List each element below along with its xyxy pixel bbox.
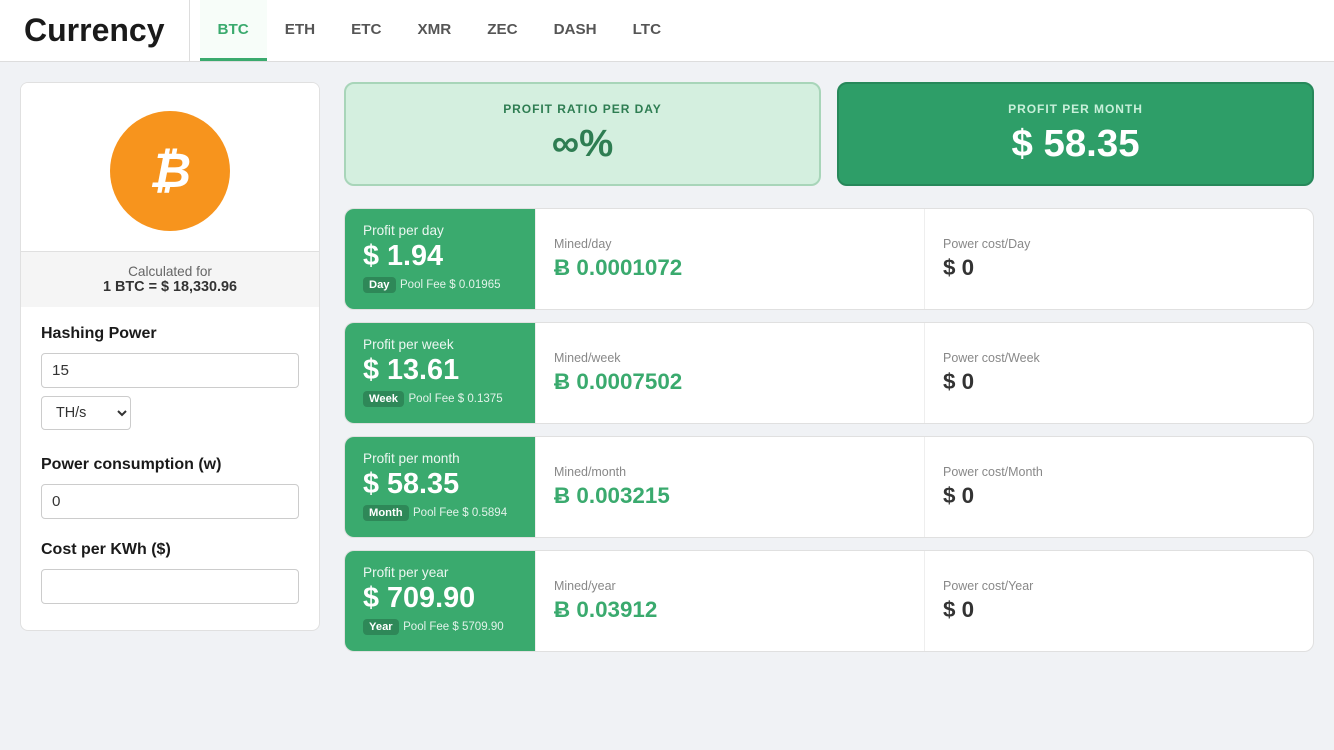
data-row-week: Profit per week $ 13.61 Week Pool Fee $ …: [344, 322, 1314, 424]
row-left-day: Profit per day $ 1.94 Day Pool Fee $ 0.0…: [345, 209, 535, 309]
row-cells: Mined/week Ƀ 0.0007502 Power cost/Week $…: [535, 323, 1313, 423]
row-title: Profit per day: [363, 223, 517, 238]
mined-label: Mined/day: [554, 237, 906, 251]
row-left-year: Profit per year $ 709.90 Year Pool Fee $…: [345, 551, 535, 651]
tab-zec[interactable]: ZEC: [469, 0, 535, 61]
tab-xmr[interactable]: XMR: [399, 0, 469, 61]
power-consumption-input[interactable]: [41, 484, 299, 519]
power-label: Power cost/Year: [943, 579, 1295, 593]
summary-cards: PROFIT RATIO PER DAY ∞% PROFIT PER MONTH…: [344, 82, 1314, 186]
coin-logo-area: ₿: [21, 83, 319, 251]
data-row-month: Profit per month $ 58.35 Month Pool Fee …: [344, 436, 1314, 538]
form-area: Hashing Power TH/s GH/s MH/s Power consu…: [21, 307, 319, 630]
mined-cell: Mined/day Ƀ 0.0001072: [535, 209, 924, 309]
row-main-value: $ 13.61: [363, 354, 517, 387]
tab-eth[interactable]: ETH: [267, 0, 333, 61]
main-content: ₿ Calculated for 1 BTC = $ 18,330.96 Has…: [0, 62, 1334, 684]
profit-ratio-card: PROFIT RATIO PER DAY ∞%: [344, 82, 821, 186]
cost-per-kwh-label: Cost per KWh ($): [41, 541, 299, 559]
calc-info: Calculated for 1 BTC = $ 18,330.96: [21, 251, 319, 307]
power-value: $ 0: [943, 597, 1295, 623]
power-value: $ 0: [943, 255, 1295, 281]
power-cell: Power cost/Week $ 0: [924, 323, 1313, 423]
tab-etc[interactable]: ETC: [333, 0, 399, 61]
hashing-power-input[interactable]: [41, 353, 299, 388]
row-title: Profit per week: [363, 337, 517, 352]
month-label: PROFIT PER MONTH: [861, 102, 1290, 116]
power-cell: Power cost/Day $ 0: [924, 209, 1313, 309]
mined-value: Ƀ 0.0007502: [554, 369, 906, 395]
data-row-year: Profit per year $ 709.90 Year Pool Fee $…: [344, 550, 1314, 652]
power-label: Power cost/Month: [943, 465, 1295, 479]
row-title: Profit per month: [363, 451, 517, 466]
row-badge: Year: [363, 619, 399, 635]
mined-value: Ƀ 0.03912: [554, 597, 906, 623]
row-badge: Day: [363, 277, 396, 293]
power-value: $ 0: [943, 483, 1295, 509]
tab-btc[interactable]: BTC: [200, 0, 267, 61]
btc-price: 1 BTC = $ 18,330.96: [103, 279, 237, 295]
title-text: Currency: [24, 12, 165, 49]
cost-per-kwh-input[interactable]: [41, 569, 299, 604]
month-value: $ 58.35: [861, 122, 1290, 166]
mined-label: Mined/week: [554, 351, 906, 365]
tab-ltc[interactable]: LTC: [615, 0, 679, 61]
row-fee: Pool Fee $ 0.5894: [413, 507, 507, 519]
btc-logo: ₿: [110, 111, 230, 231]
left-panel: ₿ Calculated for 1 BTC = $ 18,330.96 Has…: [20, 82, 320, 631]
mined-cell: Mined/month Ƀ 0.003215: [535, 437, 924, 537]
power-cell: Power cost/Year $ 0: [924, 551, 1313, 651]
row-cells: Mined/month Ƀ 0.003215 Power cost/Month …: [535, 437, 1313, 537]
power-label: Power cost/Day: [943, 237, 1295, 251]
row-fee: Pool Fee $ 0.1375: [408, 393, 502, 405]
power-value: $ 0: [943, 369, 1295, 395]
power-cell: Power cost/Month $ 0: [924, 437, 1313, 537]
row-main-value: $ 1.94: [363, 240, 517, 273]
row-badge: Month: [363, 505, 409, 521]
row-left-month: Profit per month $ 58.35 Month Pool Fee …: [345, 437, 535, 537]
calculated-for-label: Calculated for: [33, 264, 307, 279]
data-rows: Profit per day $ 1.94 Day Pool Fee $ 0.0…: [344, 208, 1314, 652]
row-main-value: $ 58.35: [363, 468, 517, 501]
header: Currency BTCETHETCXMRZECDASHLTC: [0, 0, 1334, 62]
data-row-day: Profit per day $ 1.94 Day Pool Fee $ 0.0…: [344, 208, 1314, 310]
mined-label: Mined/month: [554, 465, 906, 479]
power-label: Power cost/Week: [943, 351, 1295, 365]
row-title: Profit per year: [363, 565, 517, 580]
row-fee: Pool Fee $ 0.01965: [400, 279, 501, 291]
mined-cell: Mined/year Ƀ 0.03912: [535, 551, 924, 651]
row-main-value: $ 709.90: [363, 582, 517, 615]
profit-month-card: PROFIT PER MONTH $ 58.35: [837, 82, 1314, 186]
row-cells: Mined/day Ƀ 0.0001072 Power cost/Day $ 0: [535, 209, 1313, 309]
row-badge: Week: [363, 391, 404, 407]
hashing-power-label: Hashing Power: [41, 325, 299, 343]
row-fee: Pool Fee $ 5709.90: [403, 621, 504, 633]
app-title: Currency: [0, 0, 190, 61]
right-panel: PROFIT RATIO PER DAY ∞% PROFIT PER MONTH…: [320, 82, 1314, 664]
mined-label: Mined/year: [554, 579, 906, 593]
mined-value: Ƀ 0.003215: [554, 483, 906, 509]
tab-dash[interactable]: DASH: [536, 0, 615, 61]
mined-value: Ƀ 0.0001072: [554, 255, 906, 281]
hashing-unit-select[interactable]: TH/s GH/s MH/s: [41, 396, 131, 430]
row-cells: Mined/year Ƀ 0.03912 Power cost/Year $ 0: [535, 551, 1313, 651]
ratio-value: ∞%: [368, 122, 797, 166]
row-left-week: Profit per week $ 13.61 Week Pool Fee $ …: [345, 323, 535, 423]
power-consumption-label: Power consumption (w): [41, 456, 299, 474]
mined-cell: Mined/week Ƀ 0.0007502: [535, 323, 924, 423]
ratio-label: PROFIT RATIO PER DAY: [368, 102, 797, 116]
currency-tabs: BTCETHETCXMRZECDASHLTC: [190, 0, 690, 61]
